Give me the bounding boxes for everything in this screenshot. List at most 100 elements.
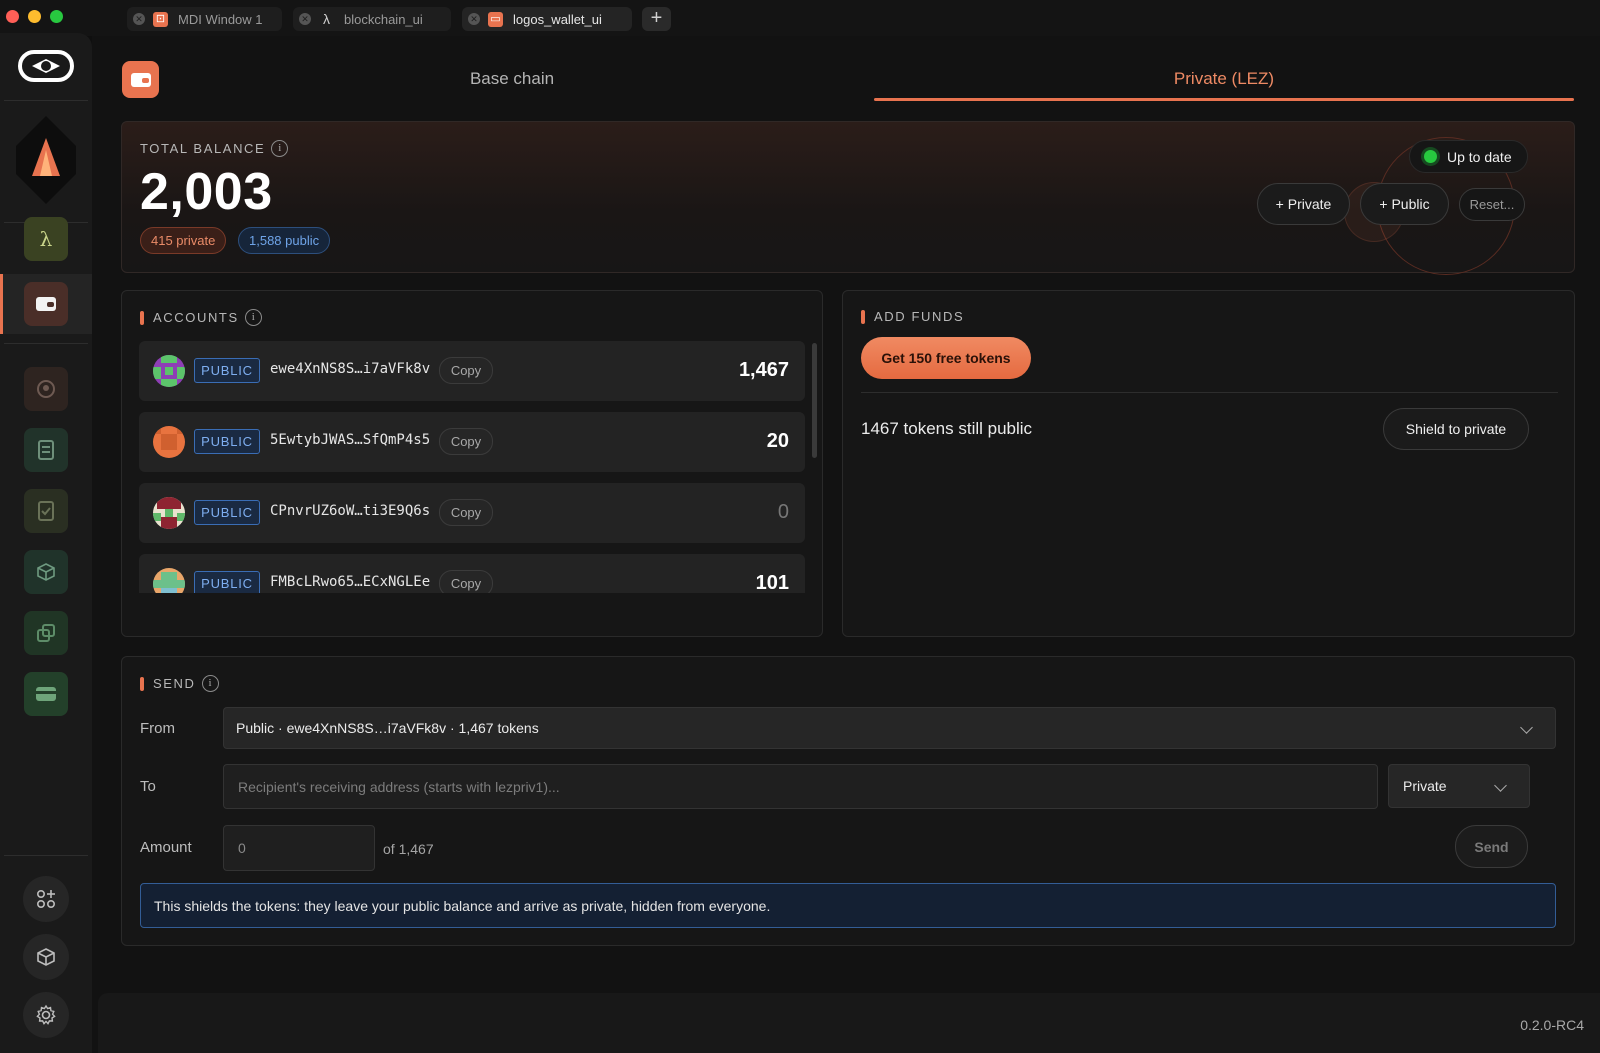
- shield-to-private-button[interactable]: Shield to private: [1383, 408, 1529, 450]
- account-row[interactable]: PUBLIC 5EwtybJWAS…SfQmP4s5 Copy 20: [139, 412, 805, 472]
- tab-label: blockchain_ui: [344, 11, 423, 27]
- tab-base-chain[interactable]: Base chain: [432, 69, 592, 89]
- close-window-button[interactable]: [6, 10, 19, 23]
- tab-label: logos_wallet_ui: [513, 11, 602, 27]
- recipient-type-select[interactable]: Private: [1388, 764, 1530, 808]
- main-content: Base chain Private (LEZ) TOTAL BALANCE i …: [92, 36, 1600, 1053]
- total-balance-amount: 2,003: [140, 163, 273, 221]
- account-row[interactable]: PUBLIC FMBcLRwo65…ECxNGLEe Copy 101: [139, 554, 805, 593]
- apps-add-icon: [36, 889, 56, 909]
- send-button[interactable]: Send: [1455, 825, 1528, 868]
- add-app-button[interactable]: [23, 876, 69, 922]
- account-address: ewe4XnNS8S…i7aVFk8v: [270, 361, 431, 377]
- shield-notice: This shields the tokens: they leave your…: [140, 883, 1556, 928]
- users-icon: [37, 380, 55, 398]
- add-funds-title: ADD FUNDS: [874, 309, 965, 324]
- to-label: To: [140, 778, 156, 795]
- account-row[interactable]: PUBLIC ewe4XnNS8S…i7aVFk8v Copy 1,467: [139, 341, 805, 401]
- total-balance-label: TOTAL BALANCE: [140, 141, 266, 156]
- settings-button[interactable]: [23, 992, 69, 1038]
- account-row[interactable]: PUBLIC CPnvrUZ6oW…ti3E9Q6s Copy 0: [139, 483, 805, 543]
- logos-app-icon: ⊡: [153, 11, 168, 27]
- private-balance-pill: 415 private: [140, 227, 227, 254]
- send-card: SEND i From Public · ewe4XnNS8S…i7aVFk8v …: [121, 656, 1575, 946]
- close-tab-icon[interactable]: ✕: [133, 13, 145, 25]
- sidebar: λ: [0, 33, 92, 1053]
- modules-button[interactable]: [23, 934, 69, 980]
- cube-icon: [37, 563, 55, 581]
- account-avatar: [153, 497, 185, 529]
- wallet-icon: [36, 297, 56, 311]
- account-address: CPnvrUZ6oW…ti3E9Q6s: [270, 503, 431, 519]
- add-funds-card: ADD FUNDS Get 150 free tokens 1467 token…: [842, 290, 1575, 637]
- logos-logo-icon: [18, 50, 74, 82]
- sync-status-label: Up to date: [1447, 148, 1512, 165]
- account-balance: 0: [777, 501, 789, 523]
- app-logo-icon[interactable]: [16, 116, 76, 206]
- info-icon[interactable]: i: [271, 140, 289, 158]
- accounts-list[interactable]: PUBLIC ewe4XnNS8S…i7aVFk8v Copy 1,467 PU…: [122, 291, 822, 593]
- close-tab-icon[interactable]: ✕: [468, 13, 480, 25]
- gear-icon: [36, 1004, 56, 1025]
- tab-blockchain-ui[interactable]: ✕ λ blockchain_ui: [293, 7, 451, 31]
- copy-address-button[interactable]: Copy: [439, 357, 493, 384]
- contacts-app-tile[interactable]: [24, 367, 68, 411]
- wallet-secondary-app-tile[interactable]: [24, 672, 68, 716]
- get-free-tokens-button[interactable]: Get 150 free tokens: [861, 337, 1031, 379]
- public-balance-pill: 1,588 public: [238, 227, 331, 254]
- from-label: From: [140, 720, 175, 737]
- amount-max: of 1,467: [383, 841, 434, 857]
- wallet-app-icon: [122, 61, 159, 98]
- zoom-window-button[interactable]: [50, 10, 63, 23]
- copy-address-button[interactable]: Copy: [439, 499, 493, 526]
- documents-app-tile[interactable]: [24, 428, 68, 472]
- account-type-badge: PUBLIC: [194, 571, 260, 593]
- document-icon: [38, 440, 54, 460]
- tab-mdi-window[interactable]: ✕ ⊡ MDI Window 1: [127, 7, 282, 31]
- amount-input[interactable]: 0: [223, 825, 375, 871]
- card-icon: [36, 687, 56, 701]
- account-type-badge: PUBLIC: [194, 358, 260, 383]
- copy-app-tile[interactable]: [24, 611, 68, 655]
- copy-icon: [37, 624, 55, 642]
- wallet-icon: ▭: [488, 11, 503, 27]
- active-tab-underline: [874, 98, 1574, 101]
- account-address: FMBcLRwo65…ECxNGLEe: [270, 574, 431, 590]
- add-private-button[interactable]: + Private: [1257, 183, 1350, 225]
- recipient-address-input[interactable]: Recipient's receiving address (starts wi…: [223, 764, 1378, 809]
- info-icon[interactable]: i: [201, 675, 219, 693]
- from-account-select[interactable]: Public · ewe4XnNS8S…i7aVFk8v · 1,467 tok…: [223, 707, 1556, 749]
- new-tab-button[interactable]: +: [642, 7, 671, 31]
- account-type-badge: PUBLIC: [194, 500, 260, 525]
- tab-private-lez[interactable]: Private (LEZ): [1124, 69, 1324, 89]
- checklist-icon: [38, 501, 54, 521]
- lambda-icon: λ: [39, 227, 53, 251]
- close-tab-icon[interactable]: ✕: [299, 13, 311, 25]
- tasks-app-tile[interactable]: [24, 489, 68, 533]
- account-balance: 1,467: [738, 359, 789, 381]
- cube-icon: [37, 948, 55, 966]
- wallet-icon: [130, 72, 151, 87]
- wallet-app-tile[interactable]: [24, 282, 68, 326]
- add-public-button[interactable]: + Public: [1360, 183, 1449, 225]
- tab-logos-wallet-ui[interactable]: ✕ ▭ logos_wallet_ui: [462, 7, 632, 31]
- account-type-badge: PUBLIC: [194, 429, 260, 454]
- account-balance: 20: [766, 430, 789, 452]
- sidebar-active-indicator: [0, 274, 3, 334]
- packages-app-tile[interactable]: [24, 550, 68, 594]
- accounts-scrollbar[interactable]: [812, 343, 817, 458]
- recipient-type-value: Private: [1403, 778, 1447, 794]
- reset-button[interactable]: Reset...: [1459, 188, 1525, 221]
- chevron-down-icon: [1520, 721, 1533, 734]
- account-avatar: [153, 426, 185, 458]
- account-avatar: [153, 568, 185, 593]
- account-address: 5EwtybJWAS…SfQmP4s5: [270, 432, 431, 448]
- balance-header: TOTAL BALANCE i: [140, 140, 289, 158]
- copy-address-button[interactable]: Copy: [439, 570, 493, 593]
- accounts-card: ACCOUNTS i PUBLIC ewe4XnNS8S…i7aVFk8v Cop…: [121, 290, 823, 637]
- copy-address-button[interactable]: Copy: [439, 428, 493, 455]
- version-label: 0.2.0-RC4: [1520, 1017, 1584, 1033]
- lambda-app-tile[interactable]: λ: [24, 217, 68, 261]
- status-footer: 0.2.0-RC4: [98, 993, 1600, 1053]
- minimize-window-button[interactable]: [28, 10, 41, 23]
